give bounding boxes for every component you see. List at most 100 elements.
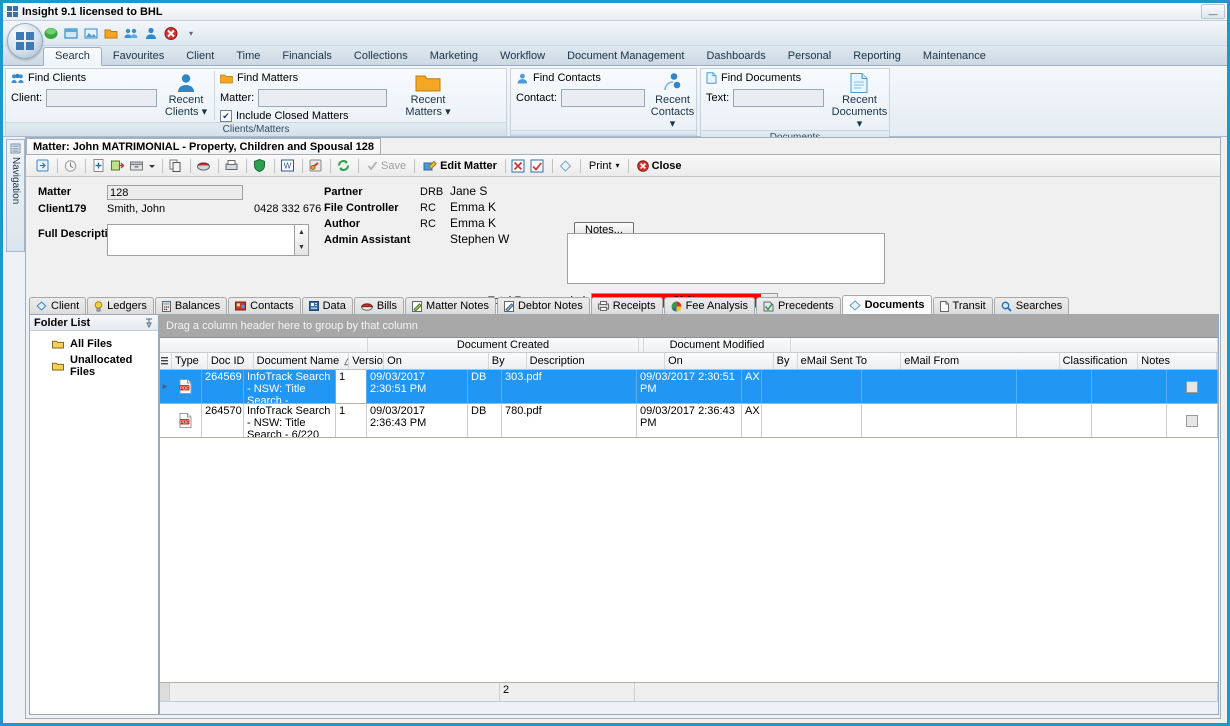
ribbon-tab-maintenance[interactable]: Maintenance bbox=[912, 48, 997, 65]
ribbon-tab-client[interactable]: Client bbox=[175, 48, 225, 65]
recent-clients-button[interactable]: Recent Clients ▾ bbox=[158, 69, 214, 122]
edit-matter-button[interactable]: Edit Matter bbox=[419, 158, 501, 173]
sub-tab-precedents[interactable]: Precedents bbox=[755, 297, 841, 314]
matter-number-input[interactable] bbox=[107, 185, 243, 200]
close-button[interactable]: Close bbox=[633, 159, 686, 173]
contact-search-input[interactable] bbox=[560, 89, 645, 107]
table-row[interactable]: ▸ PDF 264569 InfoTrack Search - NSW: Tit… bbox=[160, 370, 1218, 404]
sub-tab-matter-notes[interactable]: Matter Notes bbox=[405, 297, 496, 314]
column-header-modified-on[interactable]: On bbox=[665, 353, 774, 369]
ribbon-tab-reporting[interactable]: Reporting bbox=[842, 48, 912, 65]
quick-access-overflow[interactable]: ▾ bbox=[189, 29, 193, 38]
sub-tab-bills[interactable]: Bills bbox=[353, 297, 404, 314]
task-check-icon[interactable] bbox=[529, 157, 546, 174]
spinner-up-icon[interactable]: ▲ bbox=[295, 225, 308, 240]
ribbon-tab-dashboards[interactable]: Dashboards bbox=[695, 48, 776, 65]
group-by-bar[interactable]: Drag a column header here to group by th… bbox=[160, 315, 1218, 338]
cell-select[interactable] bbox=[1167, 404, 1218, 437]
person-icon[interactable] bbox=[143, 26, 159, 41]
sub-tab-searches[interactable]: Searches bbox=[993, 297, 1070, 314]
sub-tab-receipts[interactable]: Receipts bbox=[590, 297, 663, 314]
timer-icon[interactable] bbox=[62, 157, 79, 174]
column-header-doc-id[interactable]: Doc ID bbox=[208, 353, 254, 369]
copy-icon[interactable] bbox=[167, 157, 184, 174]
print-preview-icon[interactable] bbox=[223, 157, 240, 174]
minimize-button[interactable]: — bbox=[1201, 4, 1225, 19]
save-button[interactable]: Save bbox=[363, 159, 410, 173]
ribbon-tab-marketing[interactable]: Marketing bbox=[419, 48, 489, 65]
application-menu-button[interactable] bbox=[7, 23, 43, 59]
column-header-created-on[interactable]: On bbox=[384, 353, 489, 369]
select-checkbox[interactable] bbox=[1186, 380, 1198, 393]
grid-horizontal-scrollbar[interactable] bbox=[160, 701, 1218, 714]
column-header-document-name[interactable]: Document Name △ bbox=[254, 353, 350, 369]
tag-icon[interactable] bbox=[557, 157, 574, 174]
sync-icon[interactable] bbox=[335, 157, 352, 174]
client-search-input[interactable] bbox=[46, 89, 158, 107]
cell-select[interactable] bbox=[1167, 370, 1218, 403]
folder-item-all-files[interactable]: All Files bbox=[30, 336, 158, 352]
column-header-type[interactable]: Type bbox=[172, 353, 208, 369]
column-header-classification[interactable]: Classification bbox=[1060, 353, 1139, 369]
select-checkbox[interactable] bbox=[1186, 414, 1198, 427]
sub-tab-transit[interactable]: Transit bbox=[932, 297, 993, 314]
column-header-email-sent-to[interactable]: eMail Sent To bbox=[798, 353, 902, 369]
folder-icon[interactable] bbox=[103, 26, 119, 41]
include-closed-matters-checkbox[interactable]: ✔ bbox=[220, 110, 232, 122]
green-orb-icon[interactable] bbox=[43, 26, 59, 41]
column-header-created-by[interactable]: By bbox=[489, 353, 527, 369]
excel-close-icon[interactable] bbox=[510, 157, 527, 174]
sub-tab-contacts[interactable]: Contacts bbox=[228, 297, 301, 314]
archive-dropdown-icon[interactable] bbox=[147, 157, 156, 174]
sub-tab-fee-analysis[interactable]: Fee Analysis bbox=[663, 297, 755, 314]
column-header-version[interactable]: Version bbox=[349, 353, 385, 369]
navigation-strip[interactable]: Navigation bbox=[6, 139, 25, 252]
ribbon-tab-time[interactable]: Time bbox=[225, 48, 271, 65]
ribbon-tab-financials[interactable]: Financials bbox=[271, 48, 343, 65]
window-icon[interactable] bbox=[63, 26, 79, 41]
word-icon[interactable]: W bbox=[279, 157, 296, 174]
picture-icon[interactable] bbox=[83, 26, 99, 41]
column-header-select[interactable]: Select bbox=[1217, 353, 1218, 369]
assign-icon[interactable] bbox=[109, 157, 126, 174]
recent-documents-button[interactable]: Recent Documents ▾ bbox=[830, 69, 889, 130]
document-text-input[interactable] bbox=[733, 89, 825, 107]
new-item-icon[interactable] bbox=[90, 157, 107, 174]
full-description-spinner[interactable]: ▲ ▼ bbox=[294, 225, 308, 255]
table-row[interactable]: PDF 264570 InfoTrack Search - NSW: Title… bbox=[160, 404, 1218, 438]
refresh-matter-icon[interactable] bbox=[34, 157, 51, 174]
recent-contacts-button[interactable]: Recent Contacts ▾ bbox=[649, 69, 696, 130]
full-description-value[interactable] bbox=[108, 225, 294, 255]
sub-tab-client[interactable]: Client bbox=[29, 297, 87, 314]
ribbon-tab-favourites[interactable]: Favourites bbox=[102, 48, 175, 65]
full-description-field[interactable]: ▲ ▼ bbox=[107, 224, 309, 256]
ribbon-tab-workflow[interactable]: Workflow bbox=[489, 48, 556, 65]
column-header-description[interactable]: Description bbox=[527, 353, 666, 369]
column-header-email-from[interactable]: eMail From bbox=[901, 353, 1060, 369]
ribbon-tab-search[interactable]: Search bbox=[43, 47, 102, 66]
ribbon-tab-personal[interactable]: Personal bbox=[777, 48, 842, 65]
sub-tab-documents[interactable]: Documents bbox=[841, 295, 932, 314]
delete-icon[interactable] bbox=[163, 26, 179, 41]
archive-icon[interactable] bbox=[128, 157, 145, 174]
link-icon[interactable] bbox=[307, 157, 324, 174]
sub-tab-data[interactable]: Data bbox=[301, 297, 353, 314]
sub-tab-balances[interactable]: Balances bbox=[154, 297, 228, 314]
column-header-notes[interactable]: Notes bbox=[1138, 353, 1217, 369]
email-icon[interactable] bbox=[195, 157, 212, 174]
include-closed-matters-row[interactable]: ✔ Include Closed Matters bbox=[220, 110, 395, 122]
folder-item-unallocated-files[interactable]: Unallocated Files bbox=[30, 352, 158, 380]
ribbon-tab-collections[interactable]: Collections bbox=[343, 48, 419, 65]
pin-icon[interactable] bbox=[144, 318, 154, 328]
column-header-modified-by[interactable]: By bbox=[774, 353, 798, 369]
recent-matters-button[interactable]: Recent Matters ▾ bbox=[400, 69, 456, 122]
print-dropdown-icon[interactable]: ▾ bbox=[616, 161, 620, 170]
sub-tab-debtor-notes[interactable]: Debtor Notes bbox=[496, 297, 590, 314]
ribbon-tab-document-management[interactable]: Document Management bbox=[556, 48, 695, 65]
people-icon[interactable] bbox=[123, 26, 139, 41]
spinner-down-icon[interactable]: ▼ bbox=[295, 240, 308, 255]
sub-tab-ledgers[interactable]: Ledgers bbox=[87, 297, 154, 314]
print-button[interactable]: Print ▾ bbox=[585, 159, 624, 173]
matter-search-input[interactable] bbox=[258, 89, 388, 107]
notes-textarea[interactable] bbox=[567, 233, 885, 284]
